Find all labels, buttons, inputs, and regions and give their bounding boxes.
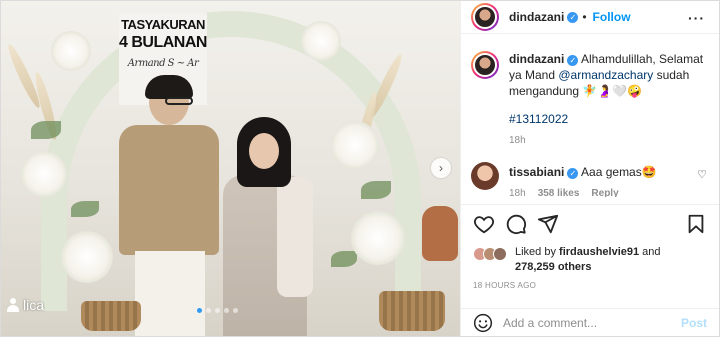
flower-cluster bbox=[51, 31, 91, 71]
sign-line-2: 4 BULANAN bbox=[119, 34, 207, 51]
post-header: dindazani ✓ • Follow ··· bbox=[461, 1, 719, 34]
basket bbox=[379, 291, 445, 331]
flower-cluster bbox=[61, 231, 113, 283]
post-dialog: TASYAKURAN 4 BULANAN Armand S ~ Ar lica … bbox=[0, 0, 720, 337]
flower-cluster bbox=[21, 151, 67, 197]
comment-item: tissabiani ✓ Aaa gemas🤩 18h 358 likes Rep… bbox=[471, 162, 709, 197]
action-bar bbox=[461, 204, 719, 242]
flower-cluster bbox=[301, 21, 341, 61]
verified-badge-icon: ✓ bbox=[567, 55, 579, 66]
caption-hashtag-link[interactable]: #13112022 bbox=[509, 111, 709, 127]
user-tag-icon[interactable] bbox=[7, 298, 19, 312]
comment-bubble-icon[interactable] bbox=[505, 213, 527, 235]
emoji-icon[interactable] bbox=[473, 313, 493, 333]
liker-avatars bbox=[473, 247, 507, 275]
next-slide-button[interactable]: › bbox=[431, 158, 451, 178]
carousel-dots bbox=[197, 308, 238, 313]
watermark-text: lica bbox=[23, 297, 45, 313]
add-comment-bar: Post bbox=[461, 308, 719, 336]
sign-line-1: TASYAKURAN bbox=[121, 17, 205, 32]
share-plane-icon[interactable] bbox=[537, 213, 559, 235]
header-username[interactable]: dindazani bbox=[509, 10, 564, 24]
comment-body: Aaa gemas🤩 bbox=[578, 165, 657, 179]
comment-meta: 18h 358 likes Reply bbox=[509, 188, 657, 197]
leaf bbox=[331, 251, 357, 267]
likes-count-link[interactable]: 278,259 others bbox=[515, 261, 591, 273]
comment-input[interactable] bbox=[503, 315, 681, 330]
carousel-dot bbox=[215, 308, 220, 313]
avatar[interactable] bbox=[471, 162, 499, 190]
bookmark-icon[interactable] bbox=[685, 213, 707, 235]
reply-button[interactable]: Reply bbox=[591, 188, 618, 197]
flower-cluster bbox=[331, 121, 379, 169]
more-options-icon[interactable]: ··· bbox=[688, 10, 705, 26]
header-separator: • bbox=[582, 10, 587, 24]
verified-badge-icon: ✓ bbox=[567, 11, 579, 23]
caption: dindazani ✓ Alhamdulillah, Selamat ya Man… bbox=[471, 51, 709, 146]
liker-username-link[interactable]: firdaushelvie91 bbox=[559, 246, 639, 258]
chevron-right-icon: › bbox=[439, 161, 443, 175]
caption-text: dindazani ✓ Alhamdulillah, Selamat ya Man… bbox=[509, 51, 709, 127]
carousel-dot bbox=[206, 308, 211, 313]
caption-username[interactable]: dindazani bbox=[509, 52, 564, 66]
flower-cluster bbox=[351, 211, 405, 265]
sign-line-3: Armand S ~ Ar bbox=[127, 58, 199, 69]
photo-watermark: lica bbox=[7, 297, 44, 313]
post-photo[interactable]: TASYAKURAN 4 BULANAN Armand S ~ Ar lica … bbox=[1, 1, 461, 336]
likes-text: Liked by firdaushelvie91 and 278,259 oth… bbox=[515, 245, 661, 275]
carousel-dot bbox=[233, 308, 238, 313]
post-sidebar: dindazani ✓ • Follow ··· dindazani ✓ Alha… bbox=[461, 1, 719, 336]
carousel-dot bbox=[197, 308, 202, 313]
avatar[interactable] bbox=[471, 51, 499, 79]
leaf bbox=[31, 121, 61, 139]
comment-time: 18h bbox=[509, 188, 526, 197]
comment-username[interactable]: tissabiani bbox=[509, 165, 564, 179]
carousel-dot bbox=[224, 308, 229, 313]
comment-likes-link[interactable]: 358 likes bbox=[538, 188, 580, 197]
likes-middle: and bbox=[639, 246, 661, 258]
comment-text: tissabiani ✓ Aaa gemas🤩 bbox=[509, 164, 657, 180]
likes-summary: Liked by firdaushelvie91 and 278,259 oth… bbox=[473, 245, 709, 275]
follow-button[interactable]: Follow bbox=[593, 10, 631, 24]
clay-pot bbox=[422, 206, 458, 261]
likes-prefix: Liked by bbox=[515, 246, 560, 258]
comments-list[interactable]: dindazani ✓ Alhamdulillah, Selamat ya Man… bbox=[461, 41, 719, 197]
leaf bbox=[361, 181, 391, 199]
man-figure bbox=[113, 75, 223, 336]
basket bbox=[81, 301, 141, 331]
verified-badge-icon: ✓ bbox=[567, 168, 579, 179]
post-comment-button[interactable]: Post bbox=[681, 316, 707, 330]
like-heart-icon[interactable] bbox=[473, 213, 495, 235]
leaf bbox=[71, 201, 99, 217]
post-timestamp[interactable]: 18 HOURS AGO bbox=[473, 281, 536, 290]
woman-figure bbox=[219, 117, 313, 336]
caption-time: 18h bbox=[509, 135, 526, 146]
comment-like-heart-icon[interactable]: ♡ bbox=[697, 168, 707, 181]
caption-mention-link[interactable]: @armandzachary bbox=[558, 68, 653, 82]
avatar[interactable] bbox=[471, 3, 499, 31]
